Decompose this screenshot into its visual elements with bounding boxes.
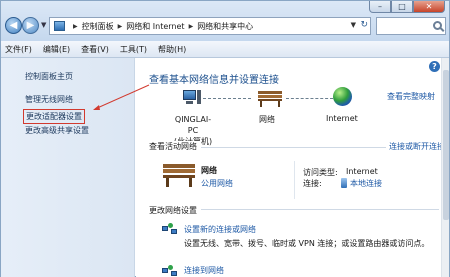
menu-edit[interactable]: 编辑(E) <box>43 44 70 55</box>
search-icon[interactable] <box>433 21 442 30</box>
setup-new-connection-link[interactable]: 设置新的连接或网络 <box>184 224 256 235</box>
page-title: 查看基本网络信息并设置连接 <box>149 75 279 86</box>
connection-icon <box>341 178 347 188</box>
title-bar: – □ ✕ ◀ ▶ ▼ ▶ 控制面板 ▶ 网络和 Internet ▶ 网络和共… <box>1 1 449 41</box>
help-icon[interactable]: ? <box>429 61 440 72</box>
task-network-icon <box>162 223 177 235</box>
connection-line <box>203 98 251 99</box>
connect-to-network-link[interactable]: 连接到网络 <box>184 265 224 276</box>
breadcrumb-network-internet[interactable]: 网络和 Internet <box>126 21 184 32</box>
explorer-window: – □ ✕ ◀ ▶ ▼ ▶ 控制面板 ▶ 网络和 Internet ▶ 网络和共… <box>0 0 450 277</box>
active-networks-heading: 查看活动网络 <box>149 141 201 152</box>
breadcrumb-separator[interactable]: ▶ <box>118 23 123 30</box>
minimize-button[interactable]: – <box>369 1 391 13</box>
search-input[interactable] <box>376 17 446 35</box>
internet-label: Internet <box>326 114 358 123</box>
breadcrumb-separator[interactable]: ▶ <box>189 23 194 30</box>
breadcrumb-network-sharing-center[interactable]: 网络和共享中心 <box>197 21 253 32</box>
menu-file[interactable]: 文件(F) <box>5 44 32 55</box>
connections-label: 连接: <box>303 179 322 188</box>
control-panel-icon <box>54 21 65 31</box>
close-button[interactable]: ✕ <box>413 1 445 13</box>
breadcrumb-control-panel[interactable]: 控制面板 <box>82 21 114 32</box>
control-panel-home-link[interactable]: 控制面板主页 <box>25 71 73 82</box>
task-network-icon <box>162 265 177 277</box>
breadcrumb-separator[interactable]: ▶ <box>73 23 78 30</box>
active-network-name: 网络 <box>201 166 217 175</box>
setup-connection-description: 设置无线、宽带、拨号、临时或 VPN 连接；或设置路由器或访问点。 <box>184 239 430 248</box>
change-adapter-settings-link[interactable]: 更改适配器设置 <box>23 109 85 124</box>
manage-wireless-networks-link[interactable]: 管理无线网络 <box>25 94 73 105</box>
menu-bar: 文件(F) 编辑(E) 查看(V) 工具(T) 帮助(H) <box>1 41 449 58</box>
change-advanced-sharing-settings-link[interactable]: 更改高级共享设置 <box>25 125 89 136</box>
change-network-settings-heading: 更改网络设置 <box>149 205 201 216</box>
access-type-label: 访问类型: <box>303 168 338 177</box>
computer-name: QINGLAI-PC <box>174 115 212 135</box>
vertical-scrollbar[interactable] <box>441 58 449 277</box>
network-type-link[interactable]: 公用网络 <box>201 178 233 189</box>
forward-arrow-icon[interactable]: ▶ <box>22 17 39 34</box>
menu-view[interactable]: 查看(V) <box>81 44 109 55</box>
history-dropdown-icon[interactable]: ▼ <box>41 21 46 29</box>
bench-network-icon <box>258 91 282 107</box>
main-content-pane: ? 查看基本网络信息并设置连接 查看完整映射 QINGLAI-PC (此计算机)… <box>136 58 449 277</box>
computer-icon <box>183 90 201 107</box>
network-label: 网络 <box>259 115 275 124</box>
local-connection-link[interactable]: 本地连接 <box>350 178 382 189</box>
address-bar[interactable]: ▶ 控制面板 ▶ 网络和 Internet ▶ 网络和共享中心 ▼ ↻ <box>49 17 371 35</box>
window-controls: – □ ✕ <box>369 1 445 13</box>
globe-internet-icon <box>333 87 352 106</box>
access-type-value: Internet <box>346 167 378 176</box>
refresh-icon[interactable]: ↻ <box>360 20 368 30</box>
connection-line <box>286 98 333 99</box>
bench-network-icon <box>163 164 195 187</box>
back-arrow-icon[interactable]: ◀ <box>5 17 22 34</box>
left-navigation-pane: 控制面板主页 管理无线网络 更改适配器设置 更改高级共享设置 <box>1 58 135 277</box>
maximize-button[interactable]: □ <box>391 1 413 13</box>
scrollbar-thumb[interactable] <box>443 70 449 220</box>
address-dropdown-icon[interactable]: ▼ <box>351 21 356 29</box>
menu-tools[interactable]: 工具(T) <box>120 44 147 55</box>
menu-help[interactable]: 帮助(H) <box>158 44 186 55</box>
vertical-divider <box>294 161 295 199</box>
see-full-map-link[interactable]: 查看完整映射 <box>387 91 435 102</box>
connect-disconnect-link[interactable]: 连接或断开连接 <box>386 141 445 152</box>
